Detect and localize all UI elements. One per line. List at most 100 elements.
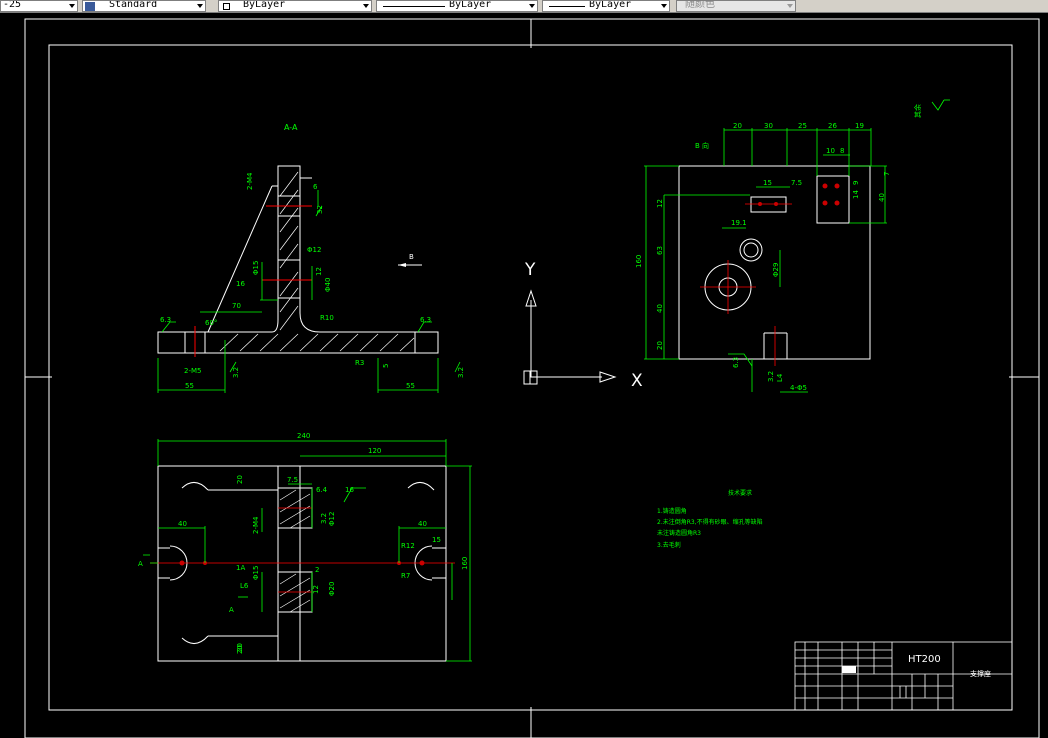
dim-text: 19.1 xyxy=(731,219,747,227)
note-item: 2.未注倒角R3,不得有砂眼、缩孔等缺陷 xyxy=(657,518,763,526)
notes-title: 技术要求 xyxy=(728,489,752,497)
lineweight-value: ByLayer xyxy=(589,0,632,10)
dim-text: Φ15 xyxy=(252,566,260,580)
dim-text: Φ12 xyxy=(328,512,336,526)
dimstyle-value: -25 xyxy=(3,0,22,10)
dim-text: 19 xyxy=(855,122,864,130)
section-mark: A xyxy=(138,560,143,568)
dim-text: 20 xyxy=(236,643,244,652)
dim-text: 4-Φ5 xyxy=(790,384,807,392)
dim-text: 2-M4 xyxy=(252,516,260,534)
layer-color-value: ByLayer xyxy=(243,0,286,10)
dim-text: 6.3 xyxy=(420,316,431,324)
textstyle-value: Standard xyxy=(109,0,158,10)
title-block: HT200 支撑座 xyxy=(794,641,1013,711)
dim-text: 12 xyxy=(315,267,323,276)
dim-text: 40 xyxy=(418,520,427,528)
dim-text: 160 xyxy=(461,557,469,570)
section-view-aa: A-A 2-M4 Φ15 16 70 6 32 Φ12 12 Φ40 R10 6… xyxy=(157,123,465,393)
dim-text: 240 xyxy=(297,432,310,440)
dimstyle-select[interactable]: -25 xyxy=(0,0,78,12)
dim-text: 14 xyxy=(852,190,860,199)
note-item: 3.去毛刺 xyxy=(657,541,681,549)
dim-text: 63 xyxy=(656,246,664,255)
drawing-canvas[interactable]: A-A 2-M4 Φ15 16 70 6 32 Φ12 12 Φ40 R10 6… xyxy=(0,13,1048,738)
dim-text: 10 xyxy=(826,147,835,155)
note-item: 1.铸造圆角 xyxy=(657,507,687,515)
dim-text: 15 xyxy=(763,179,772,187)
view-b-label: B 向 xyxy=(695,141,709,150)
dim-text: 3.2 xyxy=(320,513,328,524)
plan-view: 240 20 120 20 7.5 6.4 16 40 2-M4 3.2 Φ12… xyxy=(138,432,472,662)
dim-text: 16 xyxy=(236,280,245,288)
dim-text: 55 xyxy=(185,382,194,390)
dim-text: R7 xyxy=(401,572,410,580)
dim-text: 7.5 xyxy=(791,179,802,187)
dim-text: Φ20 xyxy=(328,582,336,596)
dim-text: R12 xyxy=(401,542,415,550)
dim-text: 40 xyxy=(656,304,664,313)
dim-text: 3.2 xyxy=(767,371,775,382)
dim-text: 12 xyxy=(656,199,664,208)
dim-text: 7.5 xyxy=(287,476,298,484)
dim-text: 55 xyxy=(406,382,415,390)
textstyle-icon xyxy=(85,2,95,11)
dim-text: 40 xyxy=(178,520,187,528)
dim-text: 32 xyxy=(316,205,324,214)
dim-text: 120 xyxy=(368,447,381,455)
dim-text: R10 xyxy=(320,314,334,322)
dim-text: 6.3 xyxy=(732,357,740,368)
roughness-note: 其余 xyxy=(913,104,922,118)
dim-text: 6 xyxy=(313,183,318,191)
view-arrow-label: B xyxy=(409,253,414,261)
dim-text: 5 xyxy=(382,364,390,368)
view-arrow-b: B xyxy=(398,253,422,267)
lineweight-select[interactable]: ByLayer xyxy=(542,0,670,12)
dim-text: L4 xyxy=(776,373,784,382)
dim-text: 9 xyxy=(852,181,860,185)
linetype-select[interactable]: ByLayer xyxy=(376,0,538,12)
dim-text: 6.4 xyxy=(316,486,328,494)
chevron-down-icon xyxy=(363,4,369,8)
chevron-down-icon xyxy=(197,4,203,8)
technical-notes: 技术要求 1.铸造圆角 2.未注倒角R3,不得有砂眼、缩孔等缺陷 未注铸造圆角R… xyxy=(657,489,763,549)
ucs-y-label: Y xyxy=(524,260,536,280)
plotstyle-value: 随颜色 xyxy=(685,0,715,10)
linetype-value: ByLayer xyxy=(449,0,492,10)
dim-text: 2-M4 xyxy=(246,172,254,190)
dim-text: 20 xyxy=(236,475,244,484)
dim-text: L6 xyxy=(240,582,249,590)
dim-text: 25 xyxy=(798,122,807,130)
note-item: 未注铸造圆角R3 xyxy=(657,529,701,537)
view-b: B 向 20 30 25 26 19 10 8 15 7.5 14 9 7 40… xyxy=(635,99,950,393)
dim-text: 8 xyxy=(840,147,844,155)
dim-text: Φ15 xyxy=(252,261,260,275)
dim-text: R3 xyxy=(355,359,364,367)
dim-text: 7 xyxy=(883,172,891,176)
linetype-preview-icon xyxy=(383,6,445,7)
dim-text: 6.3 xyxy=(160,316,171,324)
lineweight-preview-icon xyxy=(549,6,585,7)
dim-text: Φ40 xyxy=(324,278,332,292)
dim-text: 3.2 xyxy=(457,367,465,378)
textstyle-select[interactable]: Standard xyxy=(82,0,206,12)
dim-text: 12 xyxy=(312,585,320,594)
dim-text: 70 xyxy=(232,302,241,310)
dim-text: 15 xyxy=(432,536,441,544)
part-name: 支撑座 xyxy=(970,669,991,678)
dim-text: Φ29 xyxy=(772,263,780,277)
dim-text: 60° xyxy=(205,319,217,327)
layer-color-select[interactable]: ByLayer xyxy=(218,0,372,12)
plotstyle-select[interactable]: 随颜色 xyxy=(676,0,796,12)
dim-text: Φ12 xyxy=(307,246,321,254)
dim-text: 40 xyxy=(878,193,886,202)
dim-text: 26 xyxy=(828,122,837,130)
chevron-down-icon xyxy=(661,4,667,8)
dim-text: 160 xyxy=(635,255,643,268)
drawing-border xyxy=(24,18,1040,738)
dim-text: 2-M5 xyxy=(184,367,201,375)
dim-text: 3.2 xyxy=(232,367,240,378)
chevron-down-icon xyxy=(69,4,75,8)
section-label: A-A xyxy=(284,123,298,132)
dim-text: 2 xyxy=(315,566,319,574)
